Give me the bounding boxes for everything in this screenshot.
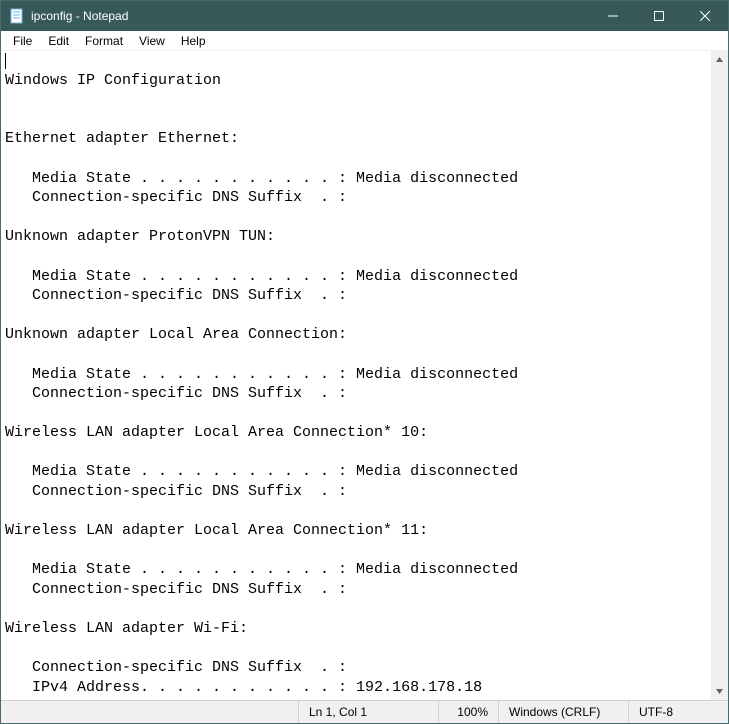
scroll-down-button[interactable] [711, 683, 728, 700]
status-encoding: UTF-8 [628, 701, 728, 723]
minimize-button[interactable] [590, 1, 636, 31]
scroll-up-button[interactable] [711, 51, 728, 68]
status-position: Ln 1, Col 1 [298, 701, 438, 723]
editor-area: Windows IP Configuration Ethernet adapte… [1, 51, 728, 700]
titlebar[interactable]: ipconfig - Notepad [1, 1, 728, 31]
statusbar: Ln 1, Col 1 100% Windows (CRLF) UTF-8 [1, 700, 728, 723]
menu-help[interactable]: Help [173, 33, 214, 49]
menu-file[interactable]: File [5, 33, 40, 49]
vertical-scrollbar[interactable] [711, 51, 728, 700]
close-button[interactable] [682, 1, 728, 31]
menu-format[interactable]: Format [77, 33, 131, 49]
scrollbar-track[interactable] [711, 68, 728, 683]
menu-edit[interactable]: Edit [40, 33, 77, 49]
notepad-icon [9, 8, 25, 24]
window-title: ipconfig - Notepad [31, 9, 128, 23]
status-spacer [1, 701, 298, 723]
menubar: File Edit Format View Help [1, 31, 728, 51]
text-caret [5, 53, 6, 69]
text-editor[interactable]: Windows IP Configuration Ethernet adapte… [1, 51, 711, 700]
status-zoom: 100% [438, 701, 498, 723]
status-eol: Windows (CRLF) [498, 701, 628, 723]
menu-view[interactable]: View [131, 33, 173, 49]
maximize-button[interactable] [636, 1, 682, 31]
